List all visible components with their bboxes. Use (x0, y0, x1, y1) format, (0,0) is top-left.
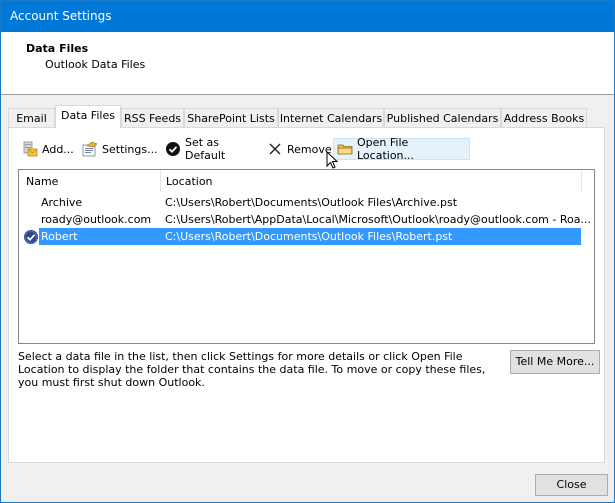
column-header-location[interactable]: Location (166, 175, 213, 188)
folder-icon (337, 141, 353, 157)
header-section: Data Files Outlook Data Files (1, 32, 614, 95)
row-name: Robert (41, 230, 78, 243)
tab-email[interactable]: Email (8, 108, 55, 127)
window-title: Account Settings (10, 9, 112, 23)
remove-label: Remove (287, 142, 332, 156)
column-separator[interactable] (160, 170, 161, 192)
default-file-icon (23, 229, 39, 245)
open-file-location-button[interactable]: Open File Location... (333, 136, 470, 162)
data-files-panel: Add... Settings... Set as Default Remove (8, 127, 605, 463)
tab-sharepoint-lists[interactable]: SharePoint Lists (184, 108, 278, 127)
row-location: C:\Users\Robert\Documents\Outlook Files\… (165, 196, 458, 209)
list-row[interactable]: Archive C:\Users\Robert\Documents\Outloo… (19, 194, 581, 211)
list-header: Name Location (19, 170, 594, 192)
header-subtitle: Outlook Data Files (45, 58, 146, 71)
close-button[interactable]: Close (535, 474, 608, 496)
set-as-default-button[interactable]: Set as Default (162, 136, 228, 162)
add-label: Add... (42, 142, 74, 156)
list-row-selected[interactable]: Robert C:\Users\Robert\Documents\Outlook… (39, 228, 581, 245)
tab-address-books[interactable]: Address Books (501, 108, 587, 127)
row-location: C:\Users\Robert\AppData\Local\Microsoft\… (165, 213, 591, 226)
title-bar[interactable]: Account Settings (1, 1, 614, 32)
mouse-cursor-icon (326, 151, 338, 169)
list-row[interactable]: roady@outlook.com C:\Users\Robert\AppDat… (19, 211, 591, 228)
tab-data-files[interactable]: Data Files (55, 105, 121, 128)
set-as-default-label: Set as Default (185, 136, 226, 162)
settings-label: Settings... (102, 142, 158, 156)
data-files-list[interactable]: Name Location Archive C:\Users\Robert\Do… (18, 169, 595, 344)
column-header-name[interactable]: Name (26, 175, 58, 188)
tell-me-more-button[interactable]: Tell Me More... (510, 350, 600, 374)
x-icon (267, 141, 283, 157)
header-title: Data Files (26, 42, 89, 55)
account-settings-window: Account Settings Data Files Outlook Data… (0, 0, 615, 503)
remove-button[interactable]: Remove (264, 138, 335, 160)
add-button[interactable]: Add... (19, 138, 77, 160)
settings-icon (82, 141, 98, 157)
add-data-file-icon (22, 141, 38, 157)
open-file-location-label: Open File Location... (357, 136, 415, 162)
tab-internet-calendars[interactable]: Internet Calendars (278, 108, 384, 127)
tab-rss-feeds[interactable]: RSS Feeds (121, 108, 184, 127)
checkmark-circle-icon (165, 141, 181, 157)
settings-button[interactable]: Settings... (79, 138, 161, 160)
description-text: Select a data file in the list, then cli… (18, 350, 486, 389)
row-location: C:\Users\Robert\Documents\Outlook Files\… (165, 230, 453, 243)
column-separator[interactable] (581, 170, 582, 192)
row-name: roady@outlook.com (41, 213, 152, 226)
tab-published-calendars[interactable]: Published Calendars (384, 108, 501, 127)
row-name: Archive (41, 196, 83, 209)
